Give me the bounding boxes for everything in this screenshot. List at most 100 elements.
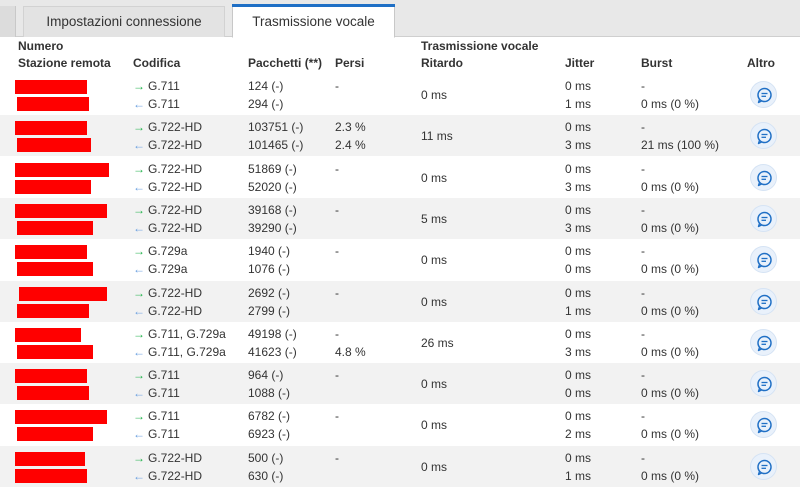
header-jitter: Jitter <box>565 56 595 70</box>
jitter-incoming: 3 ms <box>565 220 592 235</box>
redacted-number <box>19 286 107 301</box>
redacted-remote-station <box>17 386 89 401</box>
redacted-number <box>15 369 87 384</box>
tab-connection-settings[interactable]: Impostazioni connessione <box>23 6 225 37</box>
codec-incoming-label: G.711 <box>148 427 180 442</box>
chat-bubble-icon <box>757 376 772 393</box>
burst-outgoing: - <box>641 79 645 93</box>
tab-bar: Impostazioni connessione Trasmissione vo… <box>0 0 800 38</box>
codec-incoming: ← G.729a <box>133 262 187 276</box>
table-row: → G.711 ← G.711 964 (-) 1088 (-) -0 ms 0 ms 0 ms… <box>0 363 800 405</box>
codec-outgoing-label: G.722-HD <box>148 202 203 217</box>
codec-incoming: ← G.711 <box>133 97 180 111</box>
codec-incoming-label: G.722-HD <box>148 303 203 318</box>
table-row: → G.711, G.729a ← G.711, G.729a 49198 (-) 416… <box>0 322 800 363</box>
codec-incoming: ← G.722-HD <box>133 138 202 152</box>
burst-outgoing: - <box>641 161 645 176</box>
burst-incoming: 0 ms (0 %) <box>641 386 700 401</box>
tab-voice-transmission[interactable]: Trasmissione vocale <box>232 4 395 38</box>
packets-outgoing: 51869 (-) <box>248 161 297 176</box>
more-details-button[interactable] <box>750 370 777 398</box>
packets-outgoing: 1940 (-) <box>248 244 291 259</box>
more-details-button[interactable] <box>750 287 777 315</box>
burst-outgoing: - <box>641 285 645 300</box>
table-row: → G.722-HD ← G.722-HD 51869 (-) 52020 (-) -0 m… <box>0 157 800 198</box>
left-arrow-icon: ← <box>133 427 145 442</box>
more-details-button[interactable] <box>750 328 777 356</box>
packets-incoming: 6923 (-) <box>248 427 291 442</box>
codec-incoming: ← G.711 <box>133 386 180 400</box>
redacted-number <box>15 203 107 218</box>
codec-incoming: ← G.711 <box>133 427 180 441</box>
more-details-button[interactable] <box>750 163 777 191</box>
jitter-incoming: 0 ms <box>565 386 592 401</box>
delay-value: 0 ms <box>421 418 448 433</box>
chat-bubble-icon <box>757 129 772 145</box>
right-arrow-icon: → <box>133 409 145 424</box>
more-details-button[interactable] <box>750 81 777 108</box>
burst-outgoing: - <box>641 202 645 217</box>
jitter-outgoing: 0 ms <box>565 450 592 465</box>
tab-previous[interactable] <box>0 6 16 37</box>
chat-bubble-icon <box>757 335 772 351</box>
chat-bubble-icon <box>757 211 772 228</box>
left-arrow-icon: ← <box>133 138 145 153</box>
redacted-remote-station <box>17 262 93 277</box>
delay-value: 0 ms <box>421 253 448 268</box>
table-row: → G.722-HD ← G.722-HD 2692 (-) 2799 (-) -0 ms 0… <box>0 280 800 322</box>
header-packets: Pacchetti (**) <box>248 56 323 70</box>
codec-incoming-label: G.722-HD <box>148 468 203 483</box>
header-delay: Ritardo <box>421 56 463 70</box>
header-more: Altro <box>747 56 775 70</box>
more-details-button[interactable] <box>750 246 777 274</box>
lost-outgoing: - <box>335 202 339 217</box>
codec-incoming: ← G.722-HD <box>133 221 202 235</box>
lost-incoming: 2.4 % <box>335 138 366 153</box>
redacted-number <box>15 451 85 466</box>
codec-outgoing: → G.711, G.729a <box>133 327 226 341</box>
header-codec: Codifica <box>133 56 181 70</box>
redacted-remote-station <box>17 97 89 111</box>
redacted-remote-station <box>15 179 91 194</box>
more-details-button[interactable] <box>750 204 777 232</box>
chat-bubble-icon <box>757 459 772 475</box>
more-details-button[interactable] <box>750 411 777 439</box>
redacted-remote-station <box>17 220 93 235</box>
lost-outgoing: - <box>335 368 339 383</box>
jitter-outgoing: 0 ms <box>565 285 592 300</box>
left-arrow-icon: ← <box>133 97 145 111</box>
chat-bubble-icon <box>757 252 772 269</box>
burst-outgoing: - <box>641 244 645 259</box>
codec-incoming-label: G.729a <box>148 262 188 277</box>
burst-incoming: 0 ms (0 %) <box>641 344 700 359</box>
burst-outgoing: - <box>641 368 645 383</box>
packets-incoming: 630 (-) <box>248 468 284 483</box>
packets-incoming: 39290 (-) <box>248 220 297 235</box>
codec-outgoing-label: G.722-HD <box>148 161 203 176</box>
redacted-remote-station <box>17 344 93 359</box>
table-row: → G.722-HD ← G.722-HD 500 (-) 630 (-) -0 ms 0 m… <box>0 445 800 487</box>
jitter-outgoing: 0 ms <box>565 409 592 424</box>
codec-outgoing: → G.722-HD <box>133 162 202 176</box>
table-row: → G.711 ← G.711 6782 (-) 6923 (-) -0 ms 0 ms 2 m… <box>0 404 800 445</box>
codec-outgoing: → G.711 <box>133 409 180 423</box>
codec-outgoing: → G.722-HD <box>133 286 202 300</box>
lost-outgoing: - <box>335 79 339 93</box>
left-arrow-icon: ← <box>133 386 145 401</box>
redacted-remote-station <box>17 427 93 442</box>
right-arrow-icon: → <box>133 285 145 300</box>
delay-value: 0 ms <box>421 377 448 392</box>
jitter-outgoing: 0 ms <box>565 244 592 259</box>
packets-incoming: 52020 (-) <box>248 179 297 194</box>
codec-outgoing: → G.711 <box>133 368 180 382</box>
chat-bubble-icon <box>757 170 772 186</box>
delay-value: 0 ms <box>421 459 448 474</box>
header-lost: Persi <box>335 56 365 70</box>
jitter-incoming: 1 ms <box>565 468 592 483</box>
more-details-button[interactable] <box>750 452 777 480</box>
codec-outgoing-label: G.711 <box>148 409 180 424</box>
header-number: Numero <box>18 39 64 53</box>
packets-incoming: 41623 (-) <box>248 344 297 359</box>
jitter-outgoing: 0 ms <box>565 368 592 383</box>
more-details-button[interactable] <box>750 122 777 150</box>
